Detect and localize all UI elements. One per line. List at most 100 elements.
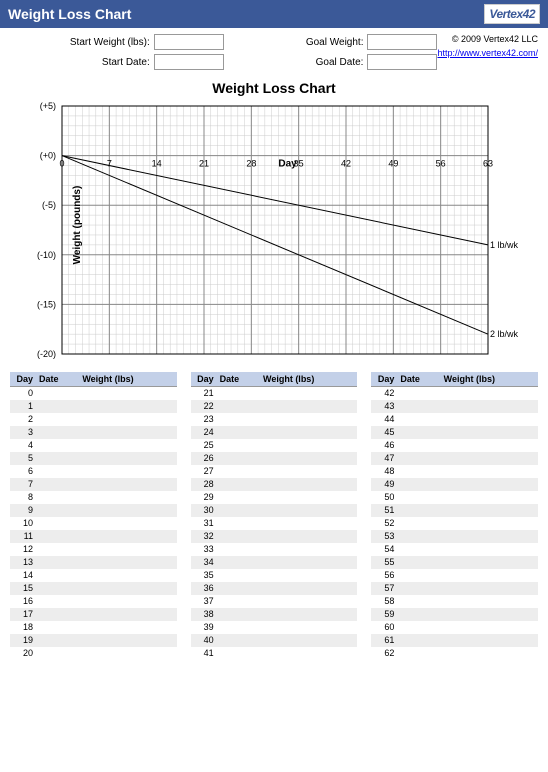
date-cell[interactable] bbox=[397, 556, 440, 569]
date-cell[interactable] bbox=[397, 582, 440, 595]
date-cell[interactable] bbox=[36, 400, 79, 413]
date-cell[interactable] bbox=[36, 530, 79, 543]
weight-cell[interactable] bbox=[441, 608, 538, 621]
date-cell[interactable] bbox=[397, 647, 440, 660]
weight-cell[interactable] bbox=[79, 556, 176, 569]
date-cell[interactable] bbox=[397, 491, 440, 504]
weight-cell[interactable] bbox=[79, 387, 176, 400]
date-cell[interactable] bbox=[397, 608, 440, 621]
date-cell[interactable] bbox=[397, 517, 440, 530]
weight-cell[interactable] bbox=[441, 426, 538, 439]
date-cell[interactable] bbox=[397, 465, 440, 478]
weight-cell[interactable] bbox=[260, 478, 357, 491]
date-cell[interactable] bbox=[217, 439, 260, 452]
weight-cell[interactable] bbox=[260, 439, 357, 452]
weight-cell[interactable] bbox=[79, 465, 176, 478]
weight-cell[interactable] bbox=[79, 491, 176, 504]
date-cell[interactable] bbox=[397, 400, 440, 413]
date-cell[interactable] bbox=[397, 595, 440, 608]
date-cell[interactable] bbox=[36, 569, 79, 582]
date-cell[interactable] bbox=[36, 504, 79, 517]
date-cell[interactable] bbox=[397, 426, 440, 439]
weight-cell[interactable] bbox=[79, 426, 176, 439]
date-cell[interactable] bbox=[217, 387, 260, 400]
date-cell[interactable] bbox=[397, 452, 440, 465]
weight-cell[interactable] bbox=[441, 543, 538, 556]
date-cell[interactable] bbox=[217, 504, 260, 517]
weight-cell[interactable] bbox=[441, 569, 538, 582]
weight-cell[interactable] bbox=[441, 413, 538, 426]
weight-cell[interactable] bbox=[260, 543, 357, 556]
date-cell[interactable] bbox=[36, 608, 79, 621]
weight-cell[interactable] bbox=[260, 595, 357, 608]
date-cell[interactable] bbox=[217, 556, 260, 569]
date-cell[interactable] bbox=[217, 621, 260, 634]
date-cell[interactable] bbox=[397, 530, 440, 543]
date-cell[interactable] bbox=[36, 582, 79, 595]
date-cell[interactable] bbox=[36, 387, 79, 400]
weight-cell[interactable] bbox=[260, 621, 357, 634]
date-cell[interactable] bbox=[36, 556, 79, 569]
weight-cell[interactable] bbox=[79, 504, 176, 517]
weight-cell[interactable] bbox=[260, 634, 357, 647]
weight-cell[interactable] bbox=[79, 413, 176, 426]
weight-cell[interactable] bbox=[441, 634, 538, 647]
date-cell[interactable] bbox=[397, 634, 440, 647]
date-cell[interactable] bbox=[36, 439, 79, 452]
date-cell[interactable] bbox=[217, 608, 260, 621]
weight-cell[interactable] bbox=[79, 400, 176, 413]
date-cell[interactable] bbox=[397, 504, 440, 517]
date-cell[interactable] bbox=[217, 582, 260, 595]
start-weight-input[interactable] bbox=[154, 34, 224, 50]
date-cell[interactable] bbox=[217, 400, 260, 413]
weight-cell[interactable] bbox=[260, 647, 357, 660]
weight-cell[interactable] bbox=[79, 569, 176, 582]
weight-cell[interactable] bbox=[260, 400, 357, 413]
weight-cell[interactable] bbox=[441, 595, 538, 608]
weight-cell[interactable] bbox=[79, 634, 176, 647]
date-cell[interactable] bbox=[36, 452, 79, 465]
weight-cell[interactable] bbox=[260, 608, 357, 621]
weight-cell[interactable] bbox=[260, 556, 357, 569]
weight-cell[interactable] bbox=[441, 478, 538, 491]
date-cell[interactable] bbox=[397, 387, 440, 400]
weight-cell[interactable] bbox=[441, 452, 538, 465]
weight-cell[interactable] bbox=[79, 582, 176, 595]
goal-weight-input[interactable] bbox=[367, 34, 437, 50]
date-cell[interactable] bbox=[36, 634, 79, 647]
weight-cell[interactable] bbox=[441, 530, 538, 543]
date-cell[interactable] bbox=[36, 413, 79, 426]
date-cell[interactable] bbox=[217, 569, 260, 582]
weight-cell[interactable] bbox=[441, 439, 538, 452]
date-cell[interactable] bbox=[397, 569, 440, 582]
weight-cell[interactable] bbox=[441, 621, 538, 634]
date-cell[interactable] bbox=[36, 426, 79, 439]
date-cell[interactable] bbox=[217, 426, 260, 439]
date-cell[interactable] bbox=[217, 478, 260, 491]
weight-cell[interactable] bbox=[260, 530, 357, 543]
date-cell[interactable] bbox=[397, 413, 440, 426]
vertex42-link[interactable]: http://www.vertex42.com/ bbox=[437, 48, 538, 58]
weight-cell[interactable] bbox=[441, 387, 538, 400]
weight-cell[interactable] bbox=[79, 595, 176, 608]
weight-cell[interactable] bbox=[260, 465, 357, 478]
weight-cell[interactable] bbox=[79, 647, 176, 660]
start-date-input[interactable] bbox=[154, 54, 224, 70]
date-cell[interactable] bbox=[217, 465, 260, 478]
weight-cell[interactable] bbox=[79, 608, 176, 621]
weight-cell[interactable] bbox=[441, 647, 538, 660]
weight-cell[interactable] bbox=[79, 543, 176, 556]
weight-cell[interactable] bbox=[441, 491, 538, 504]
weight-cell[interactable] bbox=[79, 452, 176, 465]
date-cell[interactable] bbox=[217, 413, 260, 426]
date-cell[interactable] bbox=[397, 543, 440, 556]
date-cell[interactable] bbox=[36, 478, 79, 491]
weight-cell[interactable] bbox=[441, 504, 538, 517]
goal-date-input[interactable] bbox=[367, 54, 437, 70]
date-cell[interactable] bbox=[36, 517, 79, 530]
weight-cell[interactable] bbox=[260, 387, 357, 400]
weight-cell[interactable] bbox=[260, 426, 357, 439]
date-cell[interactable] bbox=[36, 491, 79, 504]
date-cell[interactable] bbox=[217, 517, 260, 530]
date-cell[interactable] bbox=[397, 439, 440, 452]
